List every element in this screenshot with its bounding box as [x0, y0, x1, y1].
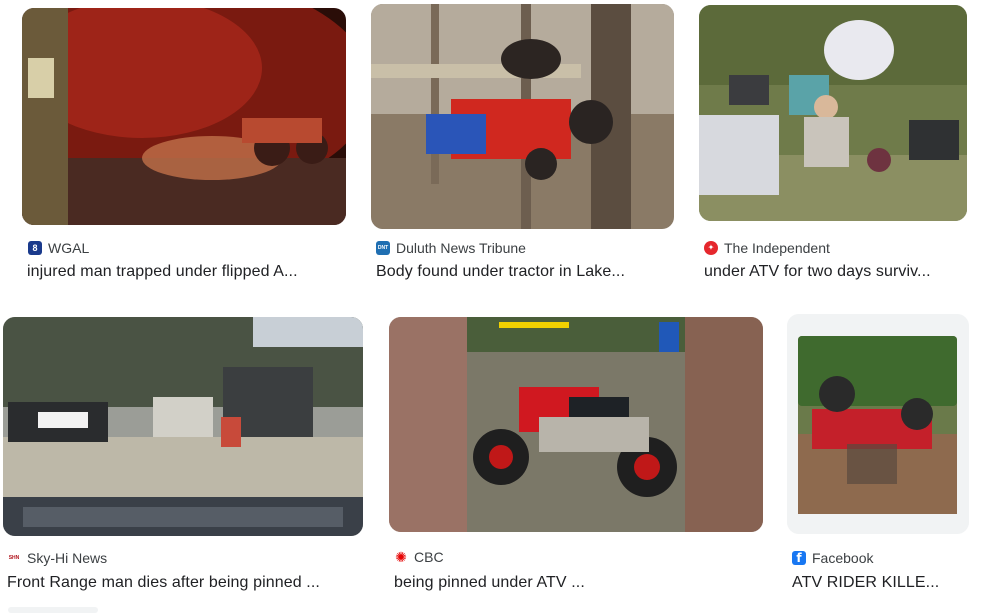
result-image-duluth-news-tribune[interactable] — [371, 4, 674, 229]
result-image-the-independent[interactable] — [699, 5, 967, 221]
result-title-duluth-news-tribune[interactable]: Body found under tractor in Lake... — [376, 263, 672, 281]
source-label: The Independent — [724, 240, 830, 256]
source-label: Sky-Hi News — [27, 550, 108, 566]
result-image-facebook[interactable] — [787, 314, 969, 534]
result-source-wgal[interactable]: 8 WGAL — [28, 240, 89, 256]
result-title-wgal[interactable]: injured man trapped under flipped A... — [27, 263, 343, 281]
result-source-the-independent[interactable]: ✦ The Independent — [704, 240, 830, 256]
result-image-cbc[interactable] — [389, 317, 763, 532]
result-title-cbc[interactable]: being pinned under ATV ... — [394, 574, 760, 592]
independent-eagle-icon: ✦ — [704, 241, 718, 255]
red-three-wheeler-image — [389, 317, 763, 532]
result-title-facebook[interactable]: ATV RIDER KILLE... — [792, 574, 968, 592]
atv-night-scene-image — [22, 8, 346, 225]
result-image-wgal[interactable] — [22, 8, 346, 225]
flipped-tractor-forest-image — [371, 4, 674, 229]
result-card-the-independent[interactable]: ✦ The Independent under ATV for two days… — [699, 5, 967, 294]
result-title-sky-hi-news[interactable]: Front Range man dies after being pinned … — [7, 574, 361, 592]
source-label: CBC — [414, 549, 444, 565]
source-label: Facebook — [812, 550, 874, 566]
result-card-facebook[interactable]: f Facebook ATV RIDER KILLE... — [787, 314, 969, 597]
result-source-cbc[interactable]: ✺ CBC — [394, 549, 444, 565]
source-label: Duluth News Tribune — [396, 240, 526, 256]
source-label: WGAL — [48, 240, 90, 256]
facebook-icon: f — [792, 551, 806, 565]
result-card-sky-hi-news[interactable]: SHN Sky-Hi News Front Range man dies aft… — [3, 317, 363, 597]
result-source-duluth-news-tribune[interactable]: DNT Duluth News Tribune — [376, 240, 526, 256]
sky-hi-news-logo-icon: SHN — [7, 551, 21, 565]
result-card-wgal[interactable]: 8 WGAL injured man trapped under flipped… — [22, 8, 346, 294]
rescue-scene-image — [699, 5, 967, 221]
result-card-cbc[interactable]: ✺ CBC being pinned under ATV ... — [389, 317, 763, 597]
result-source-facebook[interactable]: f Facebook — [792, 550, 873, 566]
police-vehicles-scene-image — [3, 317, 363, 536]
cbc-gem-icon: ✺ — [394, 549, 408, 565]
result-source-sky-hi-news[interactable]: SHN Sky-Hi News — [7, 550, 107, 566]
result-card-duluth-news-tribune[interactable]: DNT Duluth News Tribune Body found under… — [371, 4, 674, 294]
result-image-sky-hi-news[interactable] — [3, 317, 363, 536]
overturned-red-atv-image — [787, 314, 969, 534]
wgal-8-logo-icon: 8 — [28, 241, 42, 255]
partial-next-row-indicator — [8, 607, 98, 613]
result-title-the-independent[interactable]: under ATV for two days surviv... — [704, 263, 966, 281]
dnt-logo-icon: DNT — [376, 241, 390, 255]
